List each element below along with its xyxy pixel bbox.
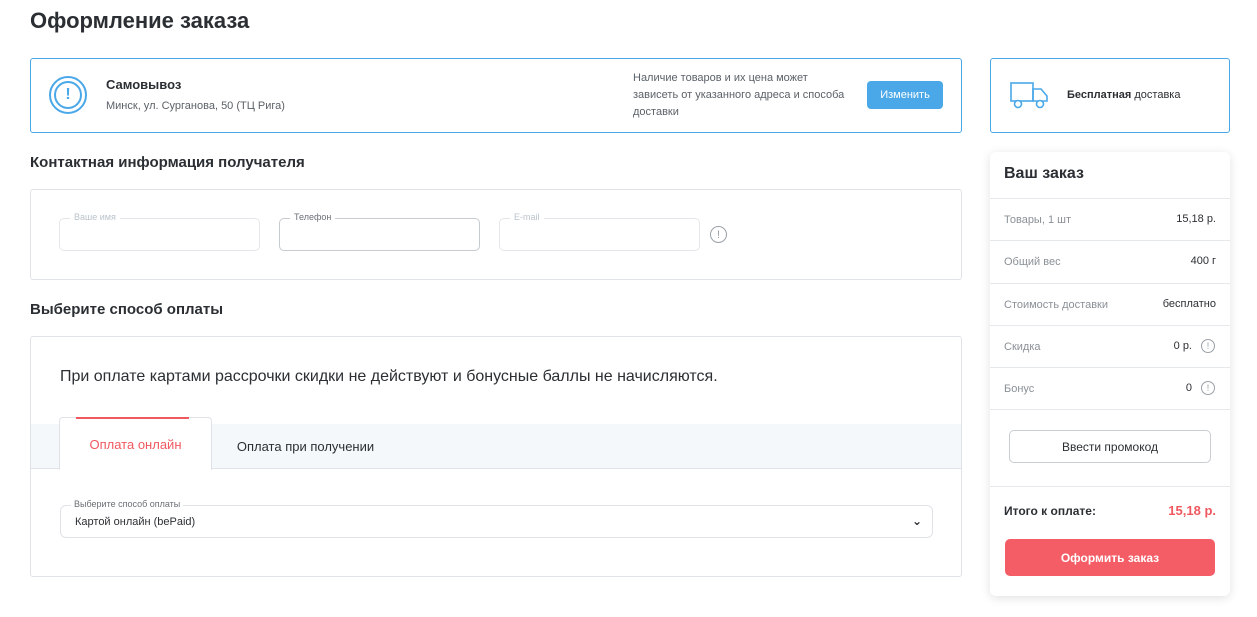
email-info-icon[interactable]: ! (710, 226, 727, 243)
name-field[interactable]: Ваше имя (59, 212, 260, 251)
promo-code-button[interactable]: Ввести промокод (1009, 430, 1211, 463)
pickup-note: Наличие товаров и их цена может зависеть… (633, 72, 845, 118)
email-input[interactable] (500, 219, 699, 250)
summary-row-delivery-cost: Стоимость доставки бесплатно (990, 283, 1230, 325)
phone-input[interactable] (280, 219, 479, 250)
delivery-rest: доставка (1131, 89, 1181, 101)
total-value: 15,18 р. (1168, 503, 1216, 518)
phone-field[interactable]: Телефон (279, 212, 480, 251)
pickup-block: ! Самовывоз Минск, ул. Сурганова, 50 (ТЦ… (30, 58, 962, 133)
summary-value: 0 (1185, 382, 1192, 394)
payment-box: При оплате картами рассрочки скидки не д… (30, 336, 962, 577)
truck-icon (1010, 82, 1048, 109)
info-circle-icon: ! (49, 76, 87, 114)
summary-value: 400 г (1190, 255, 1216, 267)
summary-key: Общий вес (1004, 256, 1061, 268)
payment-section-title: Выберите способ оплаты (30, 301, 224, 318)
summary-title: Ваш заказ (1004, 165, 1084, 182)
summary-divider (990, 486, 1230, 487)
summary-key: Бонус (1004, 383, 1035, 395)
summary-row-weight: Общий вес 400 г (990, 240, 1230, 282)
order-summary: Ваш заказ Товары, 1 шт 15,18 р. Общий ве… (990, 152, 1230, 596)
chevron-down-icon: ⌄ (911, 514, 922, 528)
phone-label: Телефон (290, 212, 336, 222)
payment-method-value: Картой онлайн (bePaid) (75, 516, 196, 528)
summary-key: Товары, 1 шт (1004, 214, 1071, 226)
summary-value: 0 р. (1173, 340, 1192, 352)
summary-row-discount: Скидка 0 р. ! (990, 325, 1230, 367)
summary-value: 15,18 р. (1176, 213, 1216, 225)
discount-info-icon[interactable]: ! (1201, 339, 1215, 353)
payment-method-select[interactable]: Выберите способ оплаты Картой онлайн (be… (60, 499, 933, 538)
place-order-button[interactable]: Оформить заказ (1005, 539, 1215, 576)
summary-key: Скидка (1004, 341, 1041, 353)
delivery-text: Бесплатная доставка (1067, 89, 1180, 101)
total-label: Итого к оплате: (1004, 504, 1096, 518)
summary-value: бесплатно (1162, 298, 1216, 310)
tab-payment-on-delivery[interactable]: Оплата при получении (223, 424, 388, 469)
delivery-bold: Бесплатная (1067, 89, 1132, 101)
contact-box: Ваше имя Телефон E-mail ! (30, 189, 962, 280)
tab-online-payment[interactable]: Оплата онлайн (59, 417, 212, 470)
page-title: Оформление заказа (30, 8, 250, 33)
email-field[interactable]: E-mail (499, 212, 700, 251)
summary-key: Стоимость доставки (1004, 299, 1108, 311)
delivery-box: Бесплатная доставка (990, 58, 1230, 133)
summary-row-bonus: Бонус 0 ! (990, 367, 1230, 409)
payment-method-label: Выберите способ оплаты (71, 499, 184, 509)
payment-warning: При оплате картами рассрочки скидки не д… (60, 368, 718, 385)
bonus-info-icon[interactable]: ! (1201, 381, 1215, 395)
change-button[interactable]: Изменить (867, 81, 943, 109)
pickup-address: Минск, ул. Сурганова, 50 (ТЦ Рига) (106, 100, 285, 112)
pickup-title: Самовывоз (106, 77, 182, 92)
email-label: E-mail (510, 212, 544, 222)
summary-row-items: Товары, 1 шт 15,18 р. (990, 198, 1230, 240)
contact-section-title: Контактная информация получателя (30, 154, 305, 171)
name-input[interactable] (60, 219, 259, 250)
name-label: Ваше имя (70, 212, 120, 222)
summary-row-divider (990, 409, 1230, 410)
